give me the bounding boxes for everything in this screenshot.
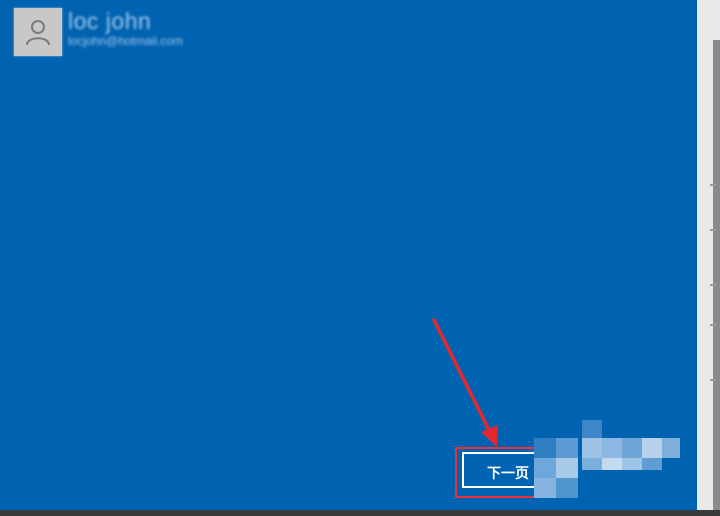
taskbar-edge bbox=[0, 510, 720, 516]
account-card[interactable]: loc john locjohn@hotmail.com bbox=[14, 8, 183, 56]
background-window-edge bbox=[697, 0, 720, 516]
account-name: loc john bbox=[68, 8, 152, 34]
next-page-label: 下一页 bbox=[487, 465, 529, 481]
account-email: locjohn@hotmail.com bbox=[68, 34, 183, 48]
setup-window: loc john locjohn@hotmail.com 下一页 bbox=[0, 0, 697, 510]
annotation-arrow bbox=[432, 318, 498, 447]
next-page-button[interactable]: 下一页 bbox=[462, 452, 556, 488]
pixelated-watermark bbox=[534, 420, 684, 500]
user-avatar-icon bbox=[14, 8, 62, 56]
account-details: loc john locjohn@hotmail.com bbox=[68, 8, 183, 48]
